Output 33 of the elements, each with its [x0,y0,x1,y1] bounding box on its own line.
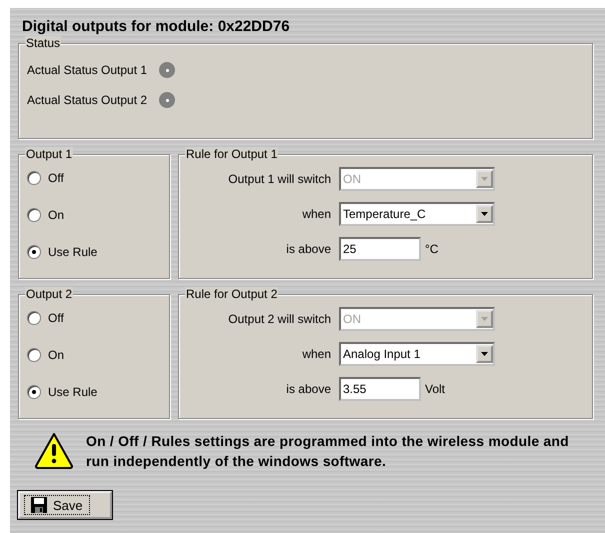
group-legend: Output 2 [25,287,74,301]
radio-button[interactable]: Use Rule [27,383,161,400]
caret-icon [481,212,488,216]
field-label: when [301,347,331,361]
radio-button[interactable]: Off [27,309,161,326]
status-label: Actual Status Output 1 [27,63,148,77]
radio-button[interactable]: Use Rule [27,243,161,260]
threshold-field[interactable]: 3.55 [339,377,421,401]
group-legend: Rule for Output 2 [185,287,278,301]
unit-label: Volt [425,382,446,396]
group-legend: Rule for Output 1 [185,147,278,161]
field-label: Output 1 will switch [227,172,331,186]
caret-icon [481,352,488,356]
caret-icon [481,317,488,321]
field-label: when [301,207,331,221]
unit-label: °C [425,242,438,256]
radio-button[interactable]: On [27,206,161,223]
status-label: Actual Status Output 2 [27,93,148,107]
page-title: Digital outputs for module: 0x22DD76 [22,18,290,35]
field-label: is above [285,242,331,256]
warning-text: On / Off / Rules settings are programmed into the wireless module and run independently of the windows software. [86,432,570,471]
field-label: Output 2 will switch [227,312,331,326]
warning-icon [34,432,74,470]
caret-icon [481,177,488,181]
radio-button[interactable]: Off [27,169,161,186]
group-legend: Output 1 [25,147,74,161]
radio-button[interactable]: On [27,346,161,363]
sensor-dropdown[interactable]: Temperature_C [339,202,495,226]
group-legend: Status [25,36,62,50]
field-label: is above [285,382,331,396]
sensor-dropdown[interactable]: Analog Input 1 [339,342,495,366]
threshold-field[interactable]: 25 [339,237,421,261]
save-button[interactable]: Save [18,491,112,519]
